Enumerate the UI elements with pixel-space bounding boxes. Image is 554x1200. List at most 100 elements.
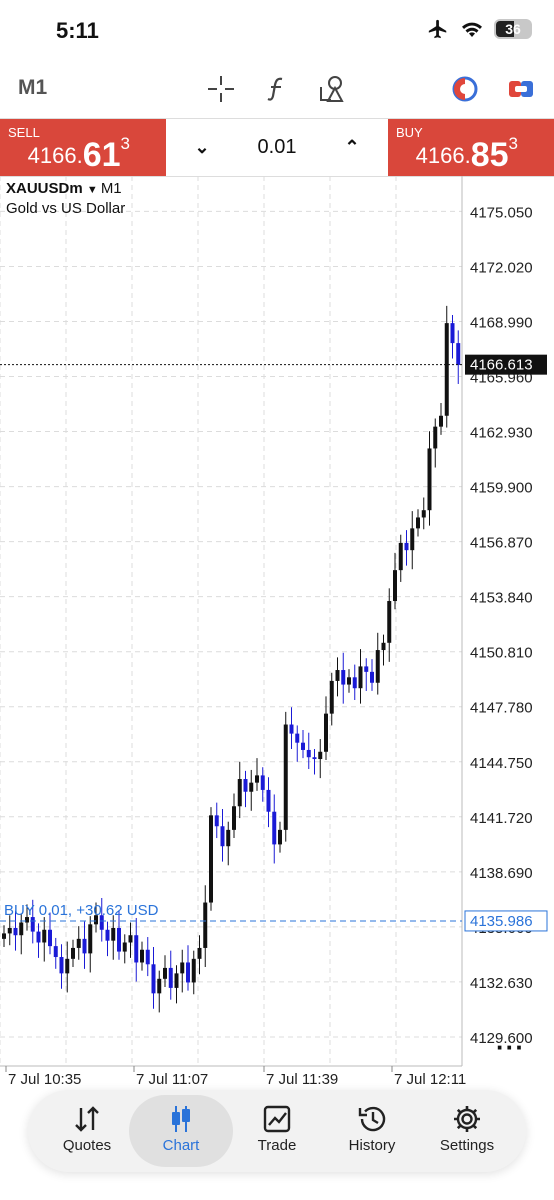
candle-body	[301, 742, 305, 750]
candle-body	[370, 671, 374, 683]
buy-button[interactable]: BUY 4166.853	[388, 119, 554, 176]
candle-body	[59, 957, 64, 974]
chart-toolbar: M1	[0, 60, 554, 118]
candle-body	[30, 917, 35, 932]
candle-body	[65, 958, 70, 974]
sell-price: 4166.613	[27, 134, 130, 174]
candle-body	[128, 935, 133, 943]
status-bar: 5:11 36	[0, 0, 554, 60]
candle-body	[168, 967, 173, 988]
symbol-dropdown-icon[interactable]: ▼	[87, 184, 101, 196]
y-tick-label: 4153.840	[470, 590, 533, 607]
nav-chart[interactable]: Chart	[129, 1095, 233, 1167]
candle-body	[278, 829, 282, 845]
candle-body	[117, 927, 121, 952]
candle-body	[214, 815, 219, 827]
lot-increase-button[interactable]: ⌃	[342, 137, 362, 158]
candle-body	[232, 806, 236, 830]
y-tick-label: 4132.630	[470, 975, 533, 992]
status-icons: 36	[426, 18, 532, 40]
nav-chart-label: Chart	[162, 1137, 200, 1154]
nav-history[interactable]: History	[327, 1095, 417, 1167]
airplane-icon	[428, 19, 447, 39]
candle-body	[439, 415, 443, 427]
nav-history-label: History	[348, 1137, 396, 1154]
battery-icon: 36	[494, 19, 532, 39]
candle-body	[312, 757, 317, 760]
y-tick-label: 4147.780	[470, 700, 533, 717]
candle-body	[48, 929, 52, 947]
lot-control: ⌄ 0.01 ⌃	[166, 119, 388, 176]
candle-body	[283, 724, 288, 830]
candle-body	[444, 323, 449, 416]
nav-quotes[interactable]: Quotes	[42, 1095, 132, 1167]
candle-body	[220, 826, 225, 847]
symbol-timeframe: M1	[100, 180, 122, 197]
candle-body	[191, 958, 196, 983]
one-click-trading-icon[interactable]	[504, 72, 538, 106]
candle-body	[398, 542, 403, 571]
price-chart[interactable]: 4175.0504172.0204168.9904165.9604162.930…	[0, 176, 554, 1096]
function-icon[interactable]	[260, 72, 294, 106]
nav-quotes-label: Quotes	[62, 1137, 112, 1154]
trade-chart-icon	[232, 1101, 322, 1137]
candle-body	[82, 938, 87, 954]
bottom-navigation: Quotes Chart Trade History Settings	[28, 1090, 526, 1172]
candle-body	[335, 670, 340, 681]
candle-body	[111, 927, 116, 941]
candle-body	[2, 933, 6, 939]
symbol-name: XAUUSDm	[6, 180, 83, 197]
candle-body	[364, 666, 369, 672]
candle-body	[404, 542, 409, 551]
candle-body	[42, 929, 47, 943]
candle-body	[53, 946, 58, 958]
timeframe-button[interactable]: M1	[18, 76, 47, 100]
candle-body	[352, 677, 357, 689]
nav-trade[interactable]: Trade	[232, 1095, 322, 1167]
candle-body	[341, 670, 346, 685]
position-price: 4135.986	[470, 913, 533, 930]
candle-body	[433, 426, 438, 449]
candle-body	[174, 973, 179, 988]
candle-body	[145, 949, 150, 965]
y-tick-label: 4172.020	[470, 259, 533, 276]
y-tick-label: 4144.750	[470, 755, 533, 772]
candle-body	[266, 789, 271, 812]
crosshair-icon[interactable]	[204, 72, 238, 106]
indicator-icon[interactable]	[448, 72, 482, 106]
history-clock-icon	[327, 1101, 417, 1137]
candle-body	[381, 642, 386, 651]
candle-body	[421, 510, 426, 518]
lot-decrease-button[interactable]: ⌄	[192, 137, 212, 158]
x-tick-label: 7 Jul 11:07	[136, 1071, 208, 1088]
symbol-description: Gold vs US Dollar	[6, 200, 126, 217]
status-time: 5:11	[56, 18, 99, 43]
one-click-trade-panel: SELL 4166.613 ⌄ 0.01 ⌃ BUY 4166.853	[0, 118, 554, 177]
candle-body	[151, 964, 156, 994]
candle-body	[393, 570, 397, 602]
candle-body	[289, 724, 294, 734]
y-tick-label: 4162.930	[470, 425, 533, 442]
candle-body	[122, 942, 127, 952]
y-tick-label: 4175.050	[470, 204, 533, 221]
candle-body	[88, 924, 93, 954]
x-tick-label: 7 Jul 12:11	[394, 1071, 466, 1088]
quotes-arrows-icon	[42, 1101, 132, 1137]
candle-body	[197, 947, 202, 959]
objects-icon[interactable]	[316, 72, 350, 106]
candle-body	[71, 947, 75, 959]
candle-body	[358, 666, 363, 689]
nav-settings[interactable]: Settings	[422, 1095, 512, 1167]
candle-body	[306, 749, 311, 758]
candle-body	[375, 650, 380, 683]
position-label: BUY 0.01, +30.62 USD	[4, 902, 159, 919]
candle-body	[243, 779, 248, 792]
candle-body	[237, 779, 242, 807]
candle-body	[410, 528, 415, 551]
sell-button[interactable]: SELL 4166.613	[0, 119, 166, 176]
candle-body	[36, 931, 41, 943]
nav-settings-label: Settings	[439, 1137, 495, 1154]
more-options-icon[interactable]: ···	[496, 1032, 525, 1063]
current-price: 4166.613	[470, 357, 533, 374]
lot-value[interactable]: 0.01	[258, 136, 297, 159]
